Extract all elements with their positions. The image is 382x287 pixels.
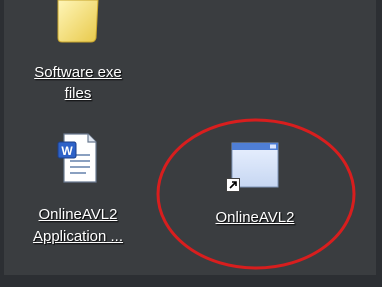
desktop-icon-label-line2: files <box>64 85 92 102</box>
desktop-icon-label-line2: Application ... <box>32 228 124 245</box>
svg-text:W: W <box>61 144 73 158</box>
desktop: Software exe files W OnlineAVL2 Applicat… <box>0 0 382 287</box>
desktop-icon-label: OnlineAVL2 <box>38 206 118 223</box>
folder-icon <box>57 0 99 43</box>
desktop-icon-label: OnlineAVL2 <box>215 209 295 226</box>
desktop-icon-onlineavl2-application[interactable]: W OnlineAVL2 Application ... <box>8 128 148 258</box>
desktop-icon-onlineavl2-shortcut[interactable]: OnlineAVL2 <box>190 135 320 235</box>
desktop-icon-label: Software exe <box>34 64 122 81</box>
desktop-left-edge <box>0 0 4 287</box>
desktop-icon-software-exe-files[interactable]: Software exe files <box>8 0 148 110</box>
desktop-bottom-edge <box>0 275 382 287</box>
shortcut-arrow-icon <box>226 178 240 192</box>
desktop-right-edge <box>376 0 382 287</box>
word-document-icon: W <box>57 133 97 183</box>
